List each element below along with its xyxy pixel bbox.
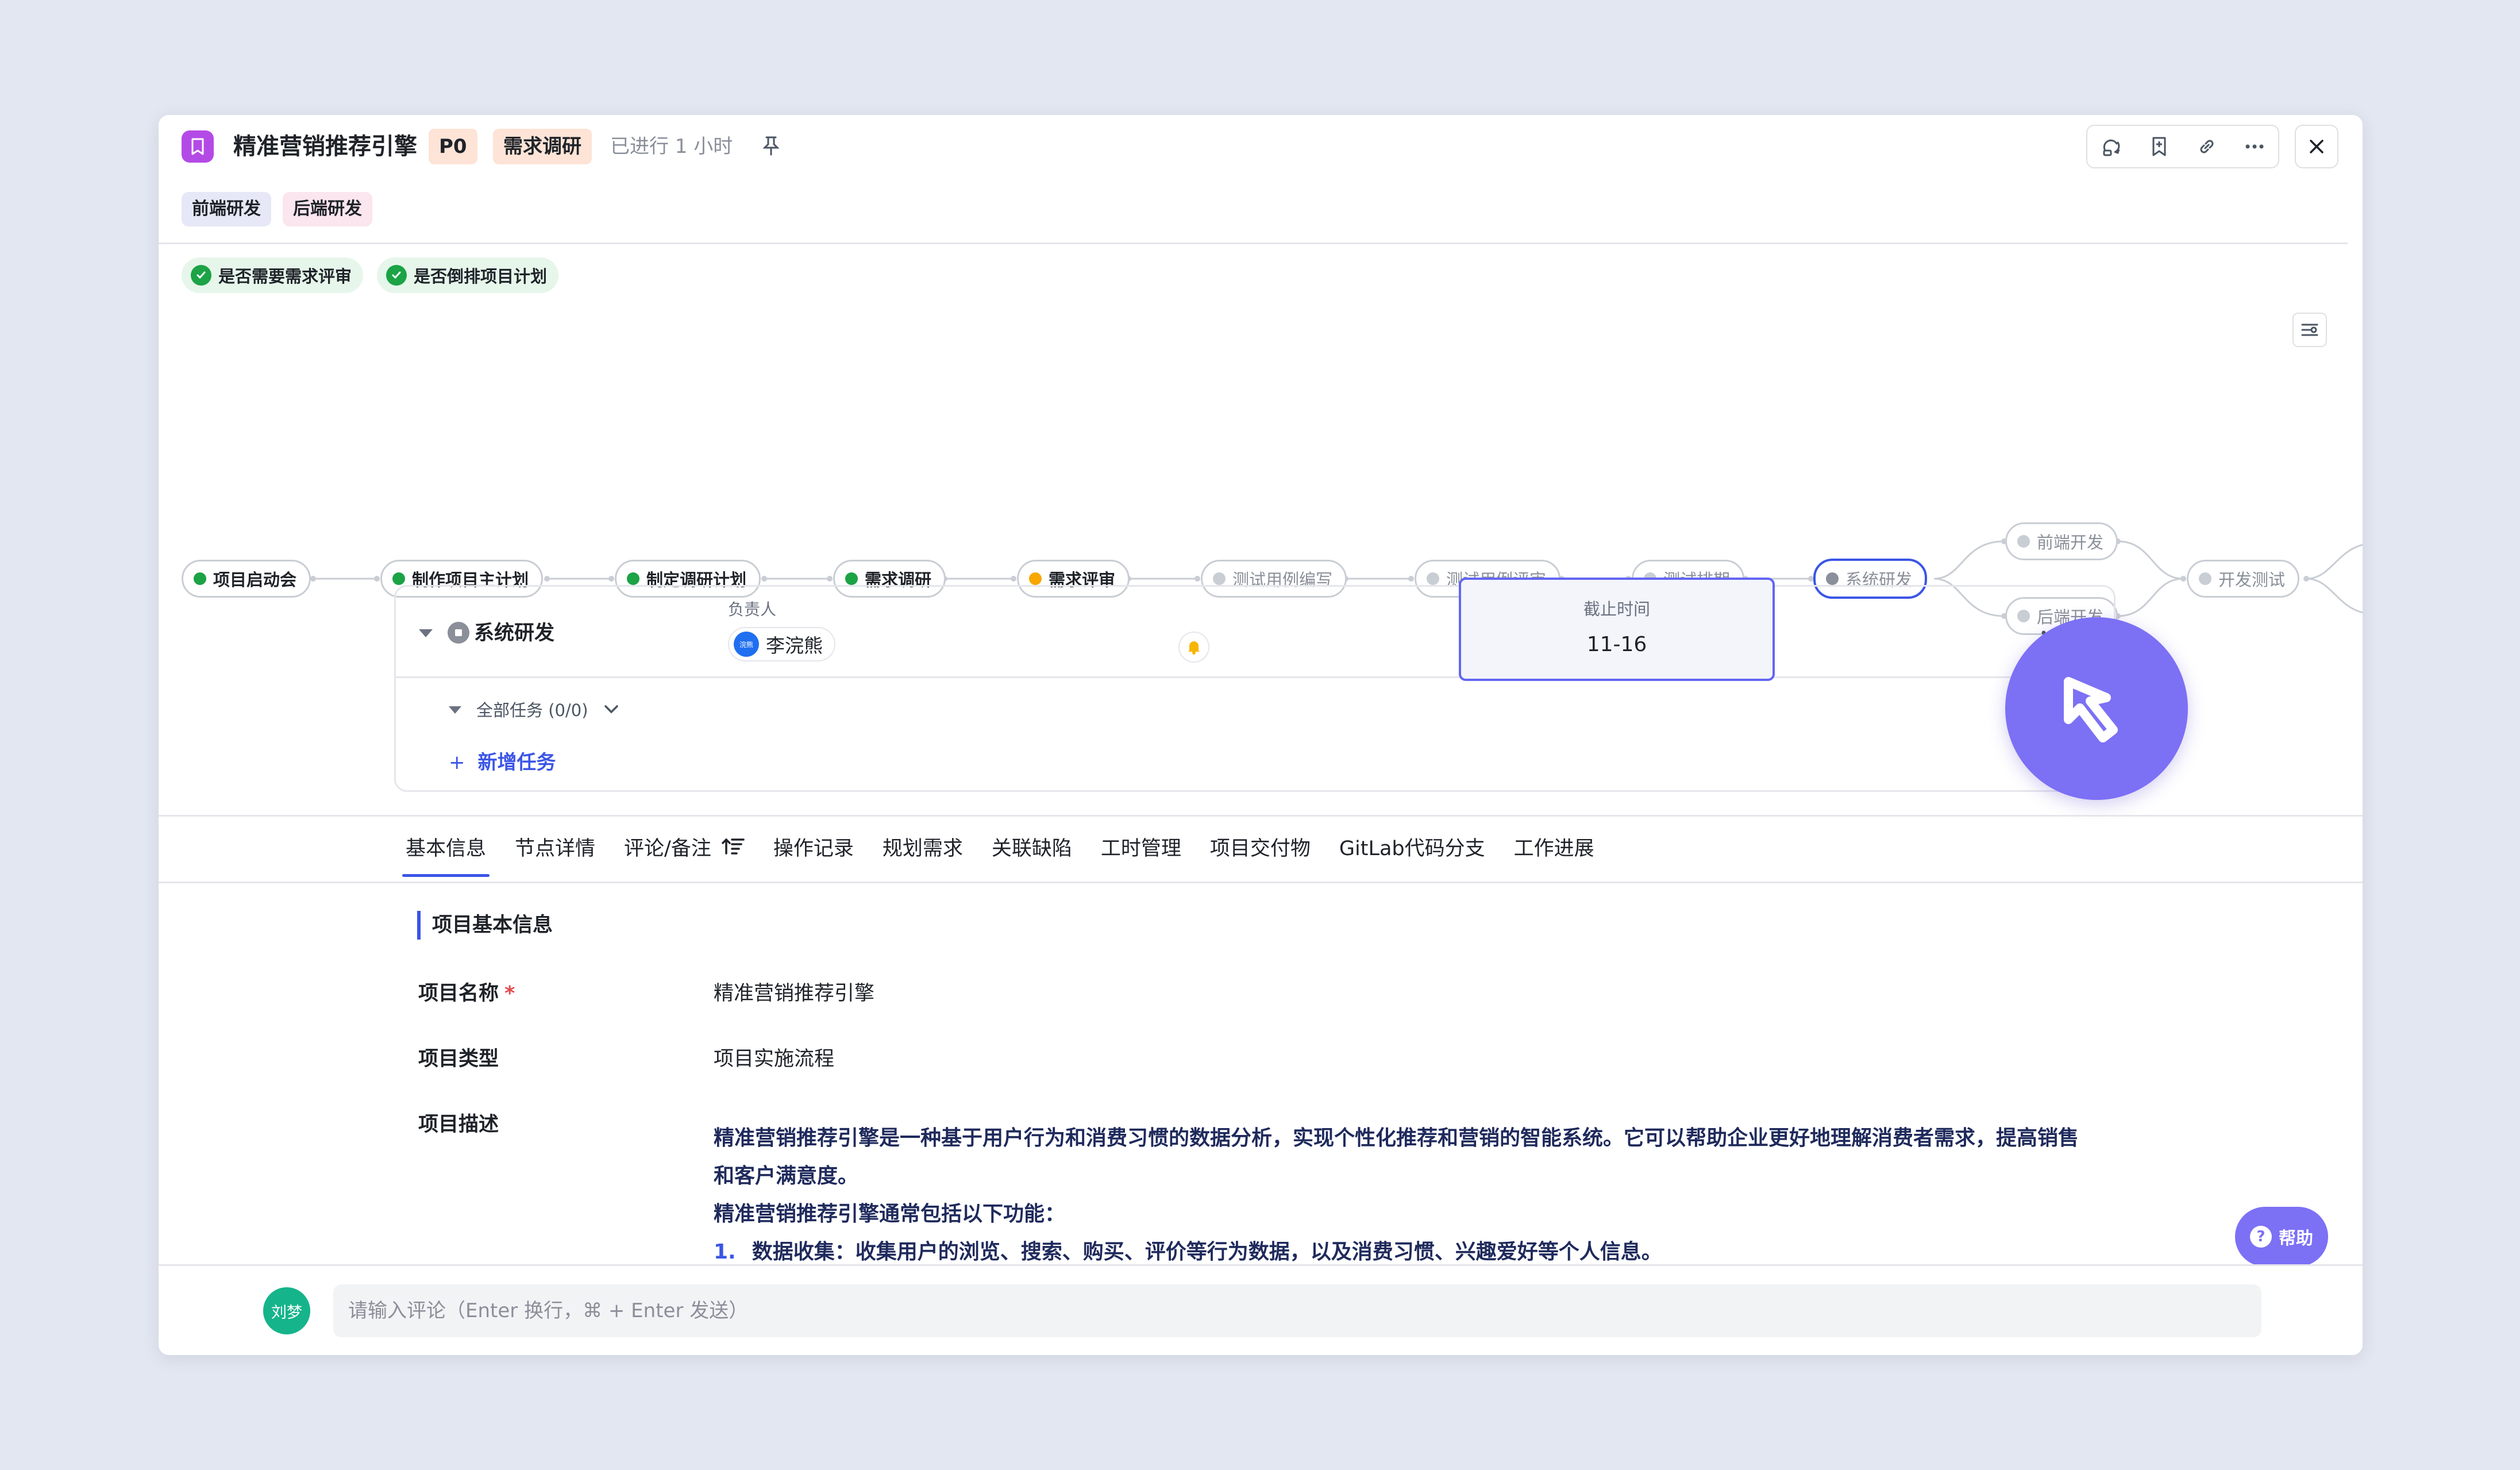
priority-badge: P0 [429,129,477,164]
node-card-title: 系统研发 [474,622,555,645]
status-dot [1826,572,1839,585]
tab-work-progress[interactable]: 工作进展 [1514,822,1623,877]
pointer-cursor-icon [2005,617,2188,800]
tab-planned-requirements[interactable]: 规划需求 [883,822,992,877]
bookmark-icon [182,130,214,163]
flow-node-frontend-dev[interactable]: 前端开发 [2005,522,2118,560]
desc-paragraph: 精准营销推荐引擎通常包括以下功能： [714,1202,1066,1226]
add-task-label: 新增任务 [477,751,556,774]
more-icon[interactable] [2237,129,2272,164]
panel-header: 精准营销推荐引擎 P0 需求调研 已进行 1 小时 [159,115,2363,178]
status-dot [1213,572,1226,585]
project-desc-label: 项目描述 [418,1113,499,1136]
owner-name: 李浣熊 [766,634,823,657]
node-card-header: 系统研发 负责人 浣熊 李浣熊 截止时间 11-16 [396,578,2114,681]
plus-icon: + [449,751,465,774]
tag-backend[interactable]: 后端研发 [283,192,372,226]
tab-linked-defects[interactable]: 关联缺陷 [992,822,1101,877]
bell-icon[interactable] [1178,632,1209,663]
status-dot [1427,572,1439,585]
status-dot [2199,572,2211,585]
close-icon[interactable] [2295,125,2338,168]
tab-timesheet[interactable]: 工时管理 [1101,822,1210,877]
list-number: 1. [714,1240,736,1264]
owner-label: 负责人 [728,600,777,619]
comment-bar: 刘梦 请输入评论（Enter 换行，⌘ + Enter 发送） [159,1264,2363,1355]
status-dot [845,572,858,585]
section-title: 项目基本信息 [417,911,553,940]
sync-icon[interactable] [2094,129,2129,164]
divider [159,243,2348,244]
check-circle-icon [191,265,211,286]
tab-basic-info[interactable]: 基本信息 [402,822,515,877]
sort-icon[interactable] [722,822,745,876]
node-status-icon [448,622,469,644]
divider [159,882,2363,883]
project-type-label: 项目类型 [418,1048,499,1071]
stage-badge: 需求调研 [493,129,592,164]
avatar: 刘梦 [263,1287,310,1334]
question-icon: ? [2250,1226,2272,1248]
bookmark-add-icon[interactable] [2142,129,2176,164]
deadline-value: 11-16 [1586,633,1647,656]
page-title: 精准营销推荐引擎 [233,133,417,160]
project-name-value[interactable]: 精准营销推荐引擎 [714,979,874,1008]
flow-node-kickoff[interactable]: 项目启动会 [182,560,311,598]
status-dot [2017,535,2030,548]
flow-node-dev-test[interactable]: 开发测试 [2187,560,2300,598]
deadline-field[interactable]: 截止时间 11-16 [1459,578,1775,681]
status-dot [392,572,405,585]
link-icon[interactable] [2190,129,2224,164]
check-label: 是否需要需求评审 [218,267,352,286]
status-dot [194,572,206,585]
project-name-label: 项目名称 * [418,979,515,1008]
status-dot [627,572,639,585]
deadline-label: 截止时间 [1583,599,1650,619]
project-name-label-text: 项目名称 [418,982,499,1005]
pin-icon[interactable] [756,131,786,161]
tasks-caret-icon[interactable] [449,706,461,714]
required-mark: * [504,982,515,1005]
owner-chip[interactable]: 浣熊 李浣熊 [728,627,835,661]
tag-frontend[interactable]: 前端研发 [182,192,271,226]
check-label: 是否倒排项目计划 [414,267,548,286]
check-row: 是否需要需求评审 是否倒排项目计划 [182,257,559,293]
tab-comments[interactable]: 评论/备注 [624,822,773,877]
check-circle-icon [386,265,407,286]
status-dot [1029,572,1042,585]
tab-deliverables[interactable]: 项目交付物 [1210,822,1339,877]
comment-input[interactable]: 请输入评论（Enter 换行，⌘ + Enter 发送） [333,1284,2261,1337]
header-action-group [2086,125,2279,168]
check-reverse-plan[interactable]: 是否倒排项目计划 [377,257,559,293]
node-label: 前端开发 [2037,533,2104,552]
add-task-button[interactable]: + 新增任务 [449,749,556,776]
tab-gitlab-branches[interactable]: GitLab代码分支 [1339,822,1514,877]
project-type-value[interactable]: 项目实施流程 [714,1045,834,1073]
help-button[interactable]: ? 帮助 [2235,1207,2328,1267]
help-label: 帮助 [2279,1229,2313,1249]
filter-icon[interactable] [2292,313,2327,347]
node-label: 项目启动会 [213,570,297,590]
project-detail-panel: 精准营销推荐引擎 P0 需求调研 已进行 1 小时 前端研发 后端研发 是否需要… [159,115,2363,1355]
avatar: 浣熊 [734,632,759,657]
node-detail-card: 系统研发 负责人 浣熊 李浣熊 截止时间 11-16 全部任务 (0/0) + 新… [394,578,2116,792]
list-text: 数据收集：收集用户的浏览、搜索、购买、评价等行为数据，以及消费习惯、兴趣爱好等个… [752,1240,1662,1264]
desc-paragraph: 精准营销推荐引擎是一种基于用户行为和消费习惯的数据分析，实现个性化推荐和营销的智… [714,1126,2079,1188]
collapse-caret-icon[interactable] [419,629,433,637]
tab-operation-log[interactable]: 操作记录 [773,822,883,877]
tab-bar: 基本信息 节点详情 评论/备注 操作记录 规划需求 关联缺陷 工时管理 项目交付… [402,822,1623,877]
chevron-down-icon[interactable] [603,703,620,718]
all-tasks-toggle[interactable]: 全部任务 (0/0) [476,698,588,722]
check-need-review[interactable]: 是否需要需求评审 [182,257,364,293]
tab-comments-label: 评论/备注 [624,837,711,860]
tag-row: 前端研发 后端研发 [182,192,372,226]
tab-node-details[interactable]: 节点详情 [515,822,624,877]
node-label: 开发测试 [2218,570,2286,590]
elapsed-time: 已进行 1 小时 [610,135,733,158]
divider [159,815,2363,817]
